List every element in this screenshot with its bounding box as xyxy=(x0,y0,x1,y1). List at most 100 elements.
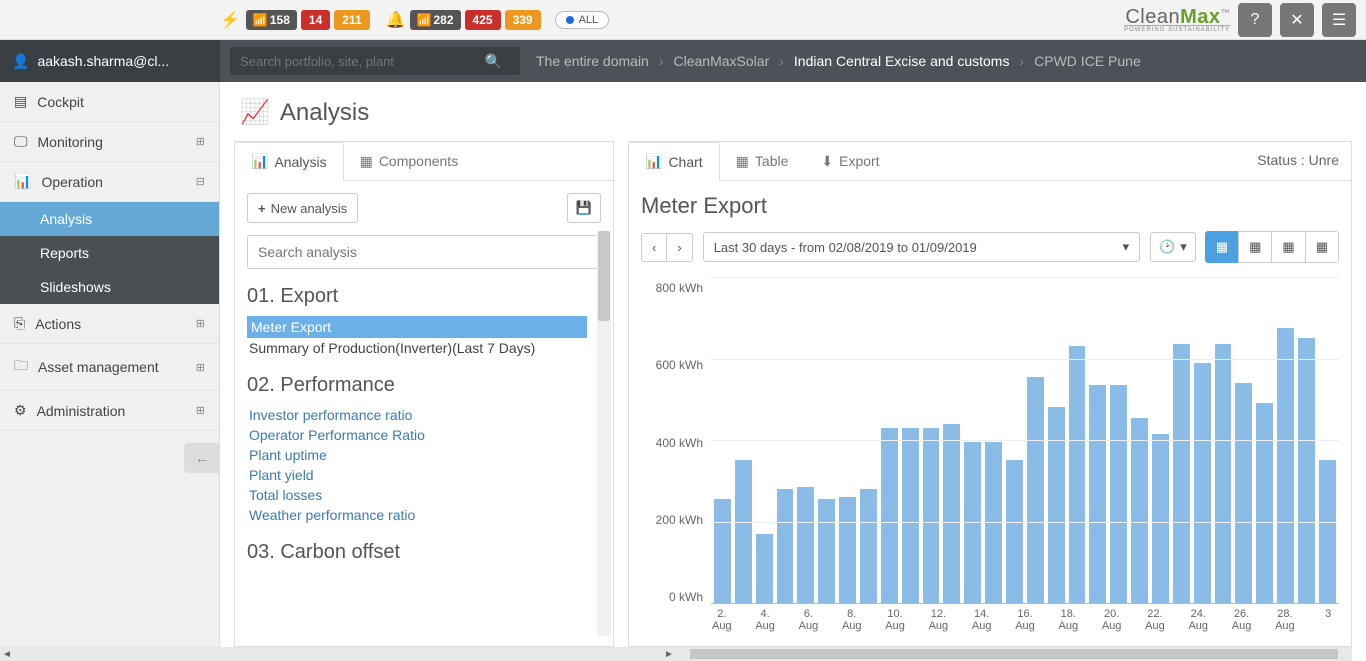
nav-monitoring[interactable]: 🖵 Monitoring ⊞ xyxy=(0,122,219,162)
save-button[interactable]: 💾 xyxy=(567,193,601,223)
y-tick: 200 kWh xyxy=(641,513,703,527)
tab-analysis[interactable]: 📊 Analysis xyxy=(235,142,344,181)
item-meter-export[interactable]: Meter Export xyxy=(247,316,587,338)
analysis-panel-body: + New analysis 💾 01. Export Meter Export xyxy=(235,181,613,646)
bar[interactable] xyxy=(1027,377,1044,603)
scrollbar[interactable] xyxy=(597,231,611,636)
bar[interactable] xyxy=(1277,328,1294,603)
crumb-excise[interactable]: Indian Central Excise and customs xyxy=(794,53,1010,69)
bar[interactable] xyxy=(756,534,773,603)
bar[interactable] xyxy=(714,499,731,603)
all-filter-pill[interactable]: ALL xyxy=(555,11,610,29)
view-month-button[interactable]: ▦ xyxy=(1271,231,1305,263)
user-cell[interactable]: 👤 aakash.sharma@cl... xyxy=(0,40,220,82)
rss-power-badge[interactable]: 📶 158 xyxy=(246,10,297,30)
crumb-solar[interactable]: CleanMaxSolar xyxy=(674,53,770,69)
search-icon[interactable]: 🔍 xyxy=(485,53,502,70)
bar[interactable] xyxy=(923,428,940,603)
actions-icon: ⎘ xyxy=(14,315,25,332)
portfolio-search-input[interactable] xyxy=(230,47,520,75)
scroll-thumb[interactable] xyxy=(598,231,610,321)
bar[interactable] xyxy=(839,497,856,603)
bar[interactable] xyxy=(818,499,835,603)
bar[interactable] xyxy=(1319,460,1336,603)
bar[interactable] xyxy=(1256,403,1273,603)
bar[interactable] xyxy=(777,489,794,603)
item-investor-pr[interactable]: Investor performance ratio xyxy=(247,405,587,425)
bar[interactable] xyxy=(1089,385,1106,603)
bell-rss-badge[interactable]: 📶 282 xyxy=(410,10,461,30)
dashboard-icon: ▤ xyxy=(14,93,27,110)
topbar: ⚡ 📶 158 14 211 🔔 📶 282 425 339 ALL xyxy=(0,0,1366,40)
help-button[interactable]: ? xyxy=(1238,3,1272,37)
x-tick xyxy=(1296,604,1318,634)
item-total-losses[interactable]: Total losses xyxy=(247,485,587,505)
view-day-button[interactable]: ▦ xyxy=(1205,231,1239,263)
bar[interactable] xyxy=(1131,418,1148,603)
expand-icon: ⊞ xyxy=(196,135,205,148)
tab-chart[interactable]: 📊 Chart xyxy=(629,142,720,181)
bar[interactable] xyxy=(902,428,919,603)
next-period-button[interactable]: › xyxy=(666,233,692,262)
bar[interactable] xyxy=(1298,338,1315,603)
view-year-button[interactable]: ▦ xyxy=(1305,231,1339,263)
crumb-cpwd[interactable]: CPWD ICE Pune xyxy=(1034,53,1141,69)
badge-orange-1[interactable]: 211 xyxy=(334,10,369,30)
nav-sub-analysis[interactable]: Analysis xyxy=(0,202,219,236)
nav-asset[interactable]: 🗀 Asset management ⊞ xyxy=(0,344,219,391)
search-analysis-input[interactable] xyxy=(247,235,601,269)
item-plant-yield[interactable]: Plant yield xyxy=(247,465,587,485)
tab-components[interactable]: ▦ Components xyxy=(344,142,476,180)
item-summary-production[interactable]: Summary of Production(Inverter)(Last 7 D… xyxy=(247,338,587,358)
tab-table[interactable]: ▦ Table xyxy=(720,142,806,180)
bell-rss-count: 282 xyxy=(434,13,454,27)
time-preset-button[interactable]: 🕑 ▾ xyxy=(1150,232,1196,262)
item-weather-pr[interactable]: Weather performance ratio xyxy=(247,505,587,525)
save-icon: 💾 xyxy=(576,200,592,216)
badge-red-1[interactable]: 14 xyxy=(301,10,330,30)
tab-export[interactable]: ⬇ Export xyxy=(805,142,896,180)
horizontal-scrollbar[interactable]: ◄ ► xyxy=(0,647,1352,661)
nav-actions[interactable]: ⎘ Actions ⊞ xyxy=(0,304,219,344)
crumb-domain[interactable]: The entire domain xyxy=(536,53,649,69)
nav-cockpit[interactable]: ▤ Cockpit xyxy=(0,82,219,122)
item-plant-uptime[interactable]: Plant uptime xyxy=(247,445,587,465)
bar[interactable] xyxy=(1215,344,1232,603)
nav-admin[interactable]: ⚙ Administration ⊞ xyxy=(0,391,219,431)
bar[interactable] xyxy=(860,489,877,603)
bar[interactable] xyxy=(881,428,898,603)
bar[interactable] xyxy=(735,460,752,603)
bar[interactable] xyxy=(1173,344,1190,603)
bar[interactable] xyxy=(1152,434,1169,603)
x-tick xyxy=(1252,604,1274,634)
item-operator-pr[interactable]: Operator Performance Ratio xyxy=(247,425,587,445)
fullscreen-button[interactable]: ✕ xyxy=(1280,3,1314,37)
bar[interactable] xyxy=(1110,385,1127,603)
collapse-icon: ⊟ xyxy=(196,175,205,188)
bar[interactable] xyxy=(1048,407,1065,603)
bar[interactable] xyxy=(1069,346,1086,603)
chevron-right-icon: › xyxy=(779,53,784,69)
prev-period-button[interactable]: ‹ xyxy=(641,233,667,262)
badge-red-2[interactable]: 425 xyxy=(465,10,501,30)
x-tick: 16.Aug xyxy=(1014,604,1036,634)
range-dropdown[interactable]: Last 30 days - from 02/08/2019 to 01/09/… xyxy=(703,232,1140,262)
menu-button[interactable]: ☰ xyxy=(1322,3,1356,37)
bar[interactable] xyxy=(1194,363,1211,603)
collapse-sidebar-button[interactable]: ← xyxy=(184,443,220,473)
bar[interactable] xyxy=(1006,460,1023,603)
bar[interactable] xyxy=(943,424,960,603)
bar[interactable] xyxy=(964,442,981,603)
view-week-button[interactable]: ▦ xyxy=(1238,231,1272,263)
badge-orange-2[interactable]: 339 xyxy=(505,10,541,30)
bar[interactable] xyxy=(797,487,814,603)
new-analysis-button[interactable]: + New analysis xyxy=(247,193,358,223)
rss-icon: 📶 xyxy=(253,13,268,27)
nav-sub-slideshows[interactable]: Slideshows xyxy=(0,270,219,304)
folder-icon: 🗀 xyxy=(14,355,28,379)
bar[interactable] xyxy=(985,442,1002,603)
bar[interactable] xyxy=(1235,383,1252,603)
nav-operation[interactable]: 📊 Operation ⊟ xyxy=(0,162,219,202)
new-analysis-label: New analysis xyxy=(271,201,348,216)
nav-sub-reports[interactable]: Reports xyxy=(0,236,219,270)
